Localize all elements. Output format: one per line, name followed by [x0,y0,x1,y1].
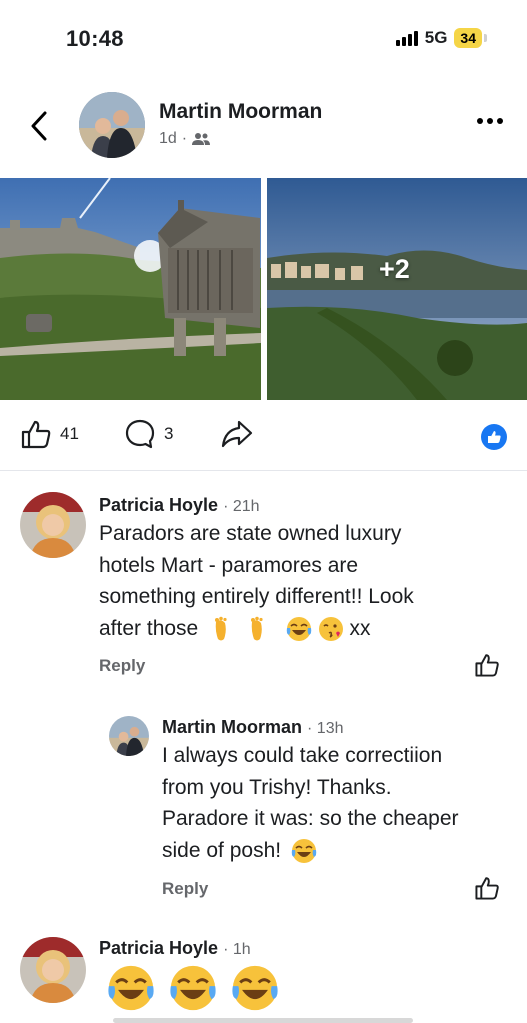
comment-line: side of posh! [162,838,282,862]
comment-time[interactable]: · 1h [223,941,251,958]
foot-emoji-icon [215,616,227,641]
comment-like-button[interactable] [474,652,500,683]
comment-line: Paradors are state owned luxury [99,522,402,545]
commenter-avatar[interactable] [20,937,86,1003]
commenter-name-text[interactable]: Patricia Hoyle [99,938,218,958]
commenter-name-text[interactable]: Patricia Hoyle [99,495,218,515]
comment-text: I always could take correctiion from you… [162,740,512,866]
tears-of-joy-emoji-icon [170,965,216,1011]
battery-tip [484,34,487,42]
kiss-emoji-icon [318,616,343,641]
photo-horreo[interactable] [0,178,261,400]
comment-like-button[interactable] [474,875,500,906]
post-header: Martin Moorman 1d · [0,88,527,164]
chevron-left-icon [31,111,47,141]
home-indicator [113,1018,413,1023]
comment-emojis [107,964,279,1012]
comment-time[interactable]: · 13h [307,720,343,737]
share-button[interactable] [220,418,254,450]
tears-of-joy-emoji-icon [232,965,278,1011]
comment-line: hotels Mart - paramores are [99,553,359,577]
post-photos: +2 [0,178,527,400]
reply-button[interactable]: Reply [162,879,208,899]
friends-icon [192,133,211,145]
comment-line: Paradore it was: so the cheaper [162,807,459,830]
comment: Patricia Hoyle · 1h [0,934,527,1023]
comment-time[interactable]: · 21h [223,498,259,515]
back-button[interactable] [22,106,56,146]
status-bar: 10:48 5G 34 [0,0,527,78]
thumbs-up-icon [475,877,499,900]
commenter-avatar[interactable] [109,716,149,756]
tears-of-joy-emoji-icon [108,965,154,1011]
like-count: 41 [60,424,79,443]
commenter-name: Patricia Hoyle · 1h [99,938,251,959]
comment-line: something entirely different!! Look [99,585,414,608]
photo-coastal-town[interactable]: +2 [267,178,527,400]
comment-line: from you Trishy! Thanks. [162,775,392,799]
commenter-avatar[interactable] [20,492,86,558]
signal-icon [395,30,418,46]
tears-of-joy-emoji-icon [286,616,312,641]
comment: Patricia Hoyle · 21h Paradors are state … [0,490,527,690]
comment-line-last: side of posh! [162,835,512,867]
more-photos-count: +2 [379,254,410,284]
like-button[interactable]: 41 [20,418,79,450]
comment-button[interactable]: 3 [124,418,173,450]
foot-emoji-icon [250,616,263,641]
reply-button[interactable]: Reply [99,656,145,676]
post-age[interactable]: 1d [159,130,177,148]
battery-icon: 34 [454,28,482,48]
commenter-name-text[interactable]: Martin Moorman [162,717,302,737]
network-type: 5G [424,28,448,47]
comment-count: 3 [164,424,174,443]
comment-icon [125,419,155,449]
thumbs-up-icon [475,654,499,677]
tears-of-joy-emoji-icon [291,838,317,863]
commenter-name: Patricia Hoyle · 21h [99,495,260,516]
more-options-button[interactable] [475,110,505,132]
status-time: 10:48 [66,26,124,51]
comment-text: Paradors are state owned luxury hotels M… [99,518,509,644]
post-actions: 41 3 [0,414,527,462]
like-reaction-icon[interactable] [481,424,507,450]
comment-line: after those [99,616,199,640]
author-name[interactable]: Martin Moorman [159,100,322,124]
comment-line: I always could take correctiion [162,744,443,767]
reply-comment: Martin Moorman · 13h I always could take… [0,713,527,913]
status-indicators: 5G 34 [395,28,487,48]
commenter-name: Martin Moorman · 13h [162,717,344,738]
share-icon [221,420,253,448]
author-avatar[interactable] [79,92,145,158]
comment-tail-text: xx [349,616,371,640]
meta-separator: · [181,130,188,147]
divider [0,470,527,471]
comment-line-last: after those xx [99,613,509,645]
thumbs-up-icon [21,420,51,449]
post-meta: 1d · [159,130,211,148]
